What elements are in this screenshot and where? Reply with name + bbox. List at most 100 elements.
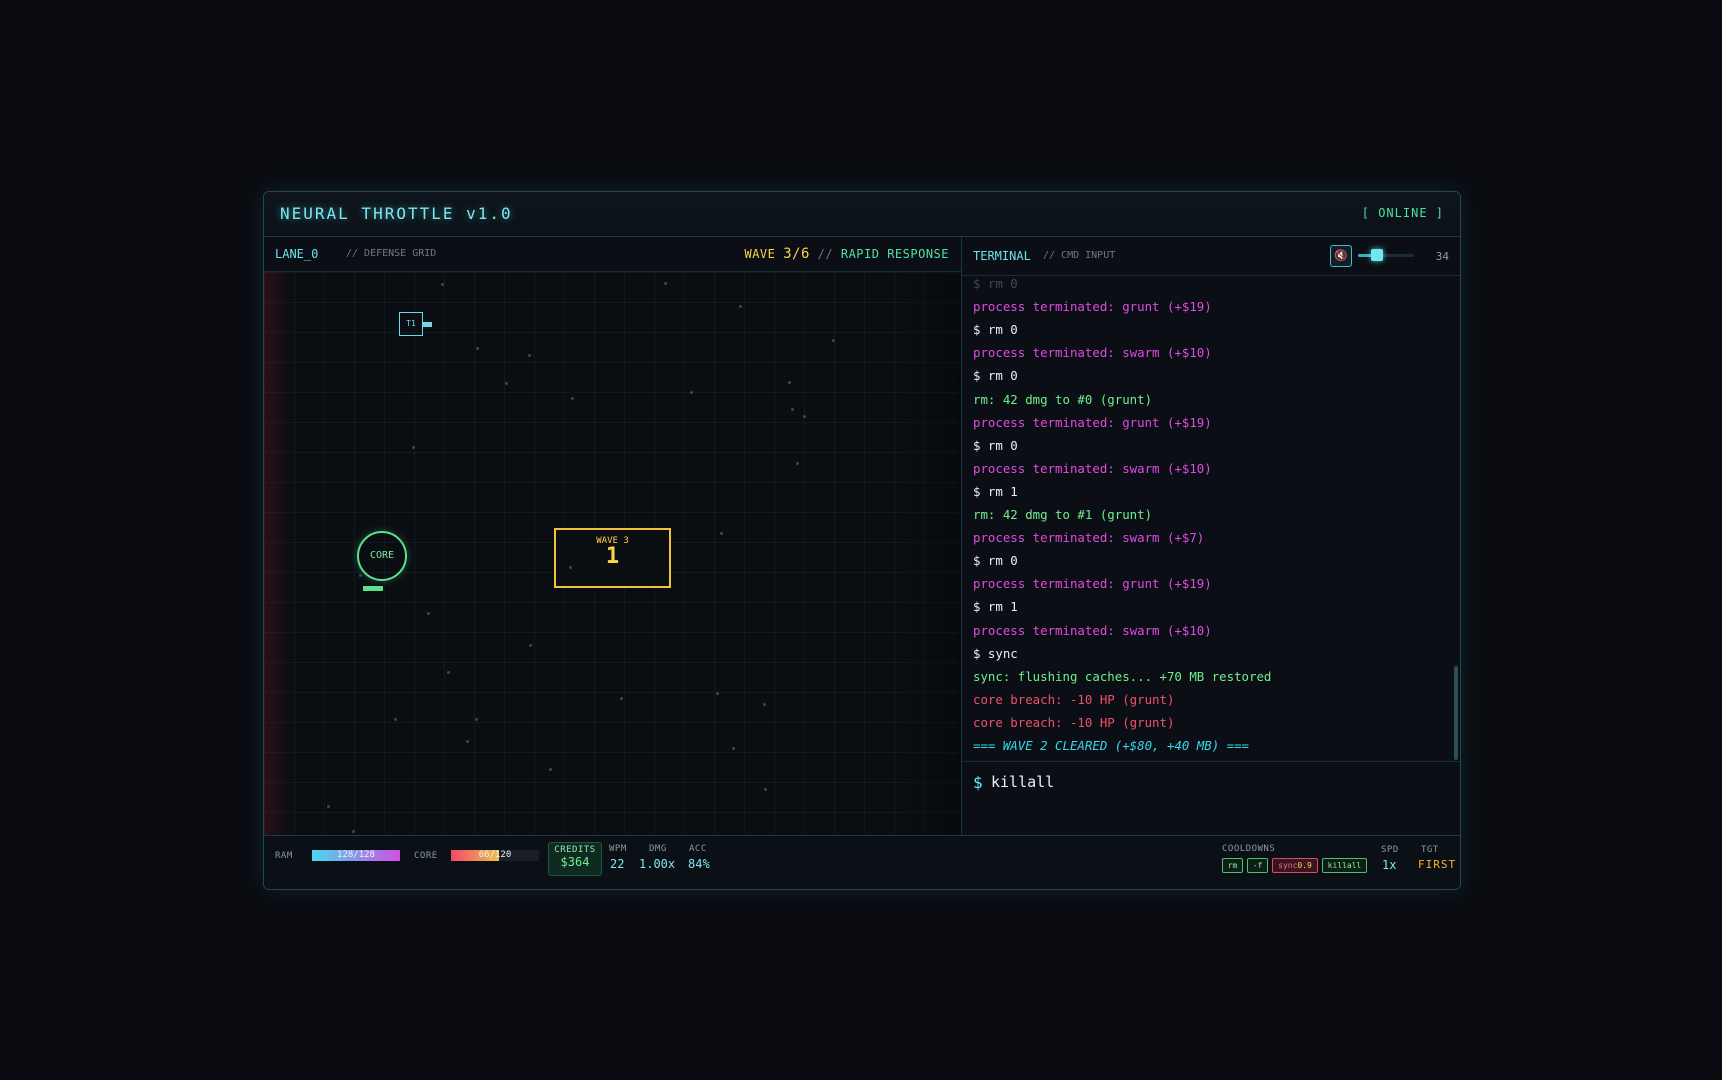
terminal-subtitle: // CMD INPUT xyxy=(1043,250,1116,261)
particle xyxy=(476,347,479,350)
log-line: process terminated: grunt (+$19) xyxy=(973,576,1212,592)
cooldown-sync-timer: 0.9 xyxy=(1297,861,1312,870)
log-line: $ rm 0 xyxy=(973,368,1018,384)
scrollbar-thumb[interactable] xyxy=(1454,666,1458,760)
command-input[interactable] xyxy=(989,770,1393,794)
particle xyxy=(549,768,552,771)
credits-panel: CREDITS $364 xyxy=(548,842,602,876)
tgt-label: TGT xyxy=(1421,845,1439,855)
log-line: rm: 42 dmg to #0 (grunt) xyxy=(973,391,1153,407)
turret-barrel xyxy=(422,322,432,327)
log-line: rm: 42 dmg to #1 (grunt) xyxy=(973,507,1153,522)
log-line: process terminated: swarm (+$7) xyxy=(973,530,1205,546)
particle xyxy=(716,692,719,695)
log-line: $ rm 1 xyxy=(973,599,1018,615)
cooldown-force[interactable]: -f xyxy=(1247,858,1268,873)
log-line: core breach: -10 HP (grunt) xyxy=(973,691,1175,707)
volume-value: 34 xyxy=(1435,250,1449,263)
core-node: CORE xyxy=(357,531,407,581)
turret-t1[interactable]: T1 xyxy=(399,312,423,336)
ram-label: RAM xyxy=(275,851,293,861)
ram-value: 128/128 xyxy=(337,850,375,860)
terminal-title: TERMINAL xyxy=(973,249,1031,263)
particle xyxy=(505,382,508,385)
particle xyxy=(796,462,799,465)
dmg-label: DMG xyxy=(649,844,667,854)
particle xyxy=(569,566,572,569)
particle xyxy=(466,740,469,743)
cooldown-sync[interactable]: sync0.9 xyxy=(1272,858,1318,873)
core-label: CORE xyxy=(414,851,438,861)
particle xyxy=(394,718,397,721)
log-line: === WAVE 2 CLEARED (+$80, +40 MB) === xyxy=(973,738,1250,753)
volume-slider[interactable] xyxy=(1358,249,1414,261)
terminal-scrollbar[interactable] xyxy=(1454,276,1458,760)
acc-value: 84% xyxy=(688,857,710,871)
prompt-symbol: $ xyxy=(973,773,983,792)
wave-countdown-banner: WAVE 3 1 xyxy=(554,528,671,588)
particle xyxy=(732,747,735,750)
dmg-value: 1.00x xyxy=(639,857,676,871)
particle xyxy=(720,532,723,535)
log-line: process terminated: swarm (+$10) xyxy=(973,622,1212,638)
speaker-muted-icon[interactable]: 🔇 xyxy=(1330,245,1352,267)
log-line: core breach: -10 HP (grunt) xyxy=(973,714,1175,730)
lane-subtitle: // DEFENSE GRID xyxy=(346,248,437,259)
wpm-label: WPM xyxy=(609,844,627,854)
log-line: $ rm 1 xyxy=(973,483,1018,499)
particle xyxy=(441,283,444,286)
particle xyxy=(447,671,450,674)
particle xyxy=(739,305,742,308)
core-hp-bar: 66/120 xyxy=(451,850,539,861)
particle xyxy=(764,788,767,791)
particle xyxy=(690,391,693,394)
credits-value: $364 xyxy=(560,855,590,869)
wave-value: 3/6 xyxy=(783,246,810,262)
log-line: $ rm 0 xyxy=(973,437,1018,453)
volume-knob[interactable] xyxy=(1371,249,1384,261)
cooldown-sync-label: sync xyxy=(1278,861,1298,870)
particle xyxy=(803,415,806,418)
cooldown-killall-label: killall xyxy=(1327,861,1362,870)
cooldown-force-label: -f xyxy=(1252,861,1263,870)
speed-toggle[interactable]: 1x xyxy=(1382,858,1396,872)
status-footer: RAM 128/128 CORE 66/120 CREDITS $364 WPM… xyxy=(264,835,1460,889)
game-window: NEURAL THROTTLE v1.0 [ ONLINE ] LANE_0 /… xyxy=(263,191,1461,890)
particle xyxy=(788,381,791,384)
lane-panel: LANE_0 // DEFENSE GRID WAVE 3/6 // RAPID… xyxy=(264,237,962,835)
defense-grid[interactable]: T1 CORE WAVE 3 1 xyxy=(264,272,961,835)
particle xyxy=(528,354,531,357)
app-title: NEURAL THROTTLE v1.0 xyxy=(280,204,513,223)
command-prompt: $ xyxy=(962,761,1460,836)
terminal-log: $ rm 0 process terminated: grunt (+$19) $ … xyxy=(962,276,1460,760)
wave-separator: // xyxy=(817,247,834,261)
particle xyxy=(359,574,362,577)
wpm-value: 22 xyxy=(610,857,625,871)
terminal-header: TERMINAL // CMD INPUT 🔇 34 xyxy=(962,237,1460,276)
core-health-bar xyxy=(363,586,383,591)
cooldown-killall[interactable]: killall xyxy=(1322,858,1367,873)
ram-bar: 128/128 xyxy=(312,850,400,861)
particle xyxy=(327,805,330,808)
wave-indicator: WAVE 3/6 // RAPID RESPONSE xyxy=(744,246,949,262)
log-line: $ rm 0 xyxy=(973,322,1018,338)
particle xyxy=(791,408,794,411)
spd-label: SPD xyxy=(1381,845,1399,855)
log-line: process terminated: grunt (+$19) xyxy=(973,414,1212,430)
particle xyxy=(475,718,478,721)
log-line: process terminated: swarm (+$10) xyxy=(973,460,1212,476)
terminal-panel: TERMINAL // CMD INPUT 🔇 34 $ rm 0 process… xyxy=(962,237,1460,835)
particle xyxy=(664,282,667,285)
particle xyxy=(620,697,623,700)
particle xyxy=(571,397,574,400)
log-line: $ rm 0 xyxy=(973,553,1018,569)
wave-mode: RAPID RESPONSE xyxy=(840,247,949,261)
log-line: sync: flushing caches... +70 MB restored xyxy=(973,668,1272,684)
cooldown-rm-label: rm xyxy=(1227,861,1238,870)
target-mode-toggle[interactable]: FIRST xyxy=(1418,858,1456,871)
particle xyxy=(427,612,430,615)
cooldowns-label: COOLDOWNS xyxy=(1222,844,1276,854)
cooldown-rm[interactable]: rm xyxy=(1222,858,1243,873)
lane-header: LANE_0 // DEFENSE GRID WAVE 3/6 // RAPID… xyxy=(264,237,961,272)
title-bar: NEURAL THROTTLE v1.0 [ ONLINE ] xyxy=(264,192,1460,237)
